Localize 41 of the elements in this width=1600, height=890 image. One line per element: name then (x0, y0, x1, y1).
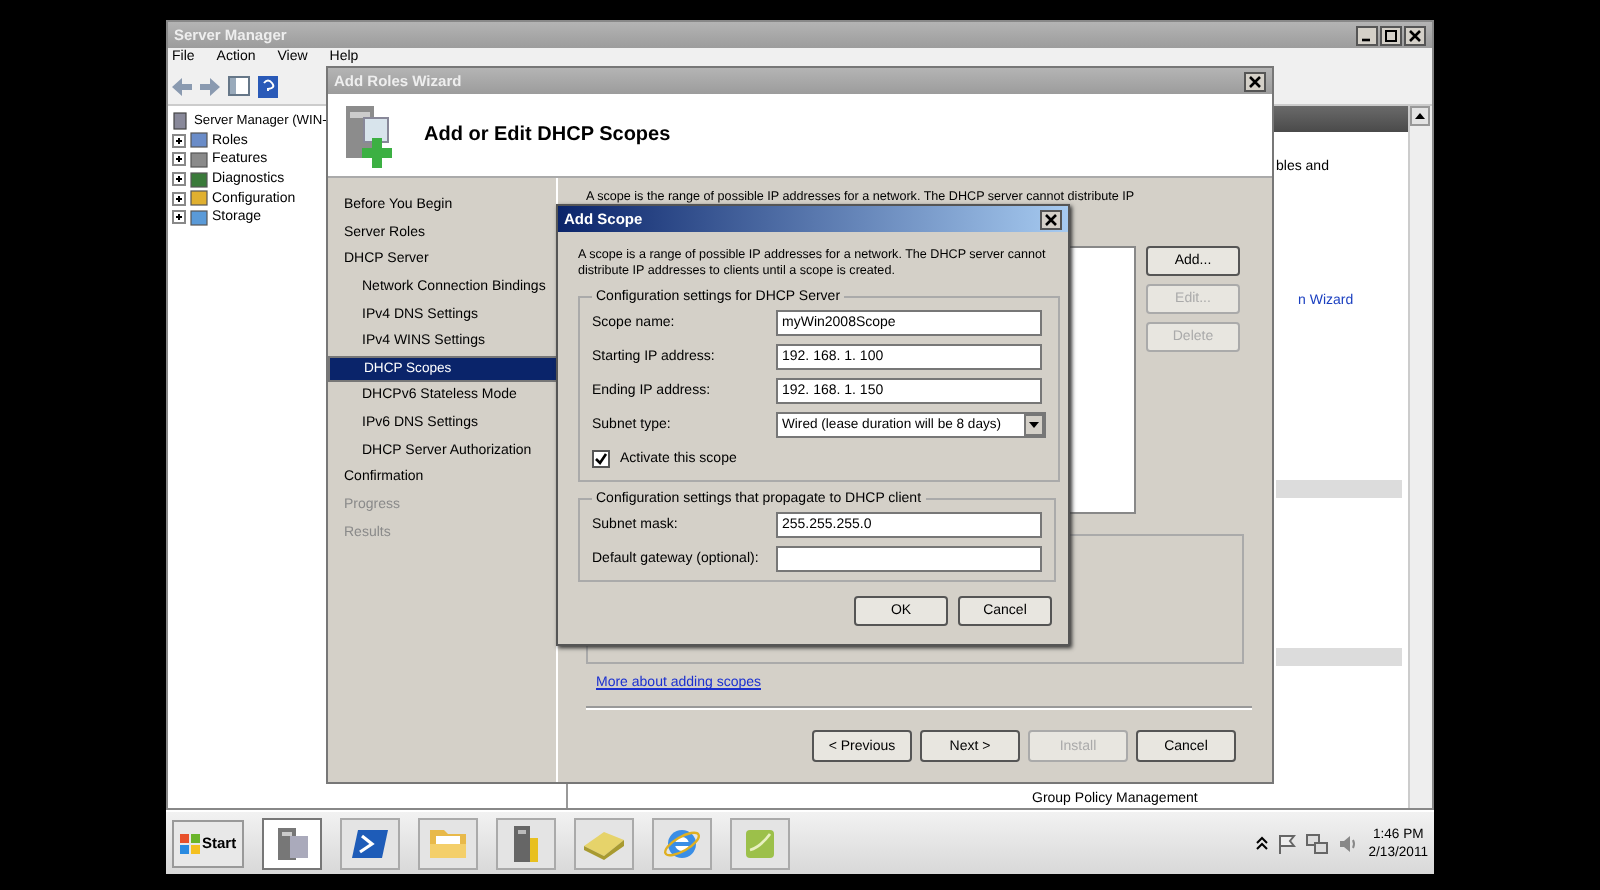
checkbox[interactable] (592, 449, 610, 467)
expand-icon[interactable] (172, 133, 186, 148)
taskbar-button[interactable] (262, 817, 323, 869)
storage-icon (190, 209, 208, 226)
roles-icon (190, 132, 208, 149)
features-icon (190, 151, 208, 168)
server-icon (172, 112, 190, 131)
caret-icon (1024, 413, 1044, 435)
scrollbar[interactable] (1408, 106, 1432, 808)
close-icon[interactable] (1244, 71, 1266, 91)
taskbar-button[interactable] (652, 817, 713, 869)
page-heading: Add or Edit DHCP Scopes (424, 124, 671, 146)
book-icon (742, 825, 779, 861)
scroll-up-icon[interactable] (1410, 106, 1430, 126)
configuration-icon (190, 190, 208, 207)
maximize-icon[interactable] (1380, 25, 1402, 45)
expand-icon[interactable] (172, 172, 186, 187)
close-icon[interactable] (1404, 25, 1426, 45)
tower-icon (510, 823, 543, 863)
input-field[interactable] (776, 545, 1042, 571)
chevron-up-icon[interactable] (1256, 836, 1269, 850)
expand-icon[interactable] (172, 191, 186, 206)
close-icon[interactable] (1040, 209, 1062, 229)
taskbar-button[interactable] (496, 817, 557, 869)
terminal-icon (352, 827, 389, 859)
expand-icon[interactable] (172, 152, 186, 167)
help-icon[interactable] (258, 75, 278, 97)
folder-icon (428, 826, 469, 860)
diagnostics-icon (190, 171, 208, 188)
windows-logo-icon (180, 833, 200, 853)
server-icon (272, 823, 313, 863)
speaker-icon[interactable] (1338, 833, 1359, 853)
network-icon[interactable] (1306, 833, 1329, 853)
flag-icon[interactable] (1278, 833, 1297, 853)
section-header (1276, 648, 1402, 666)
console-icon[interactable] (228, 76, 250, 96)
minimize-icon[interactable] (1356, 25, 1378, 45)
taskbar-button[interactable] (340, 817, 401, 869)
expand-icon[interactable] (172, 210, 186, 225)
notebook-icon (582, 827, 627, 859)
section-header (1276, 480, 1402, 498)
